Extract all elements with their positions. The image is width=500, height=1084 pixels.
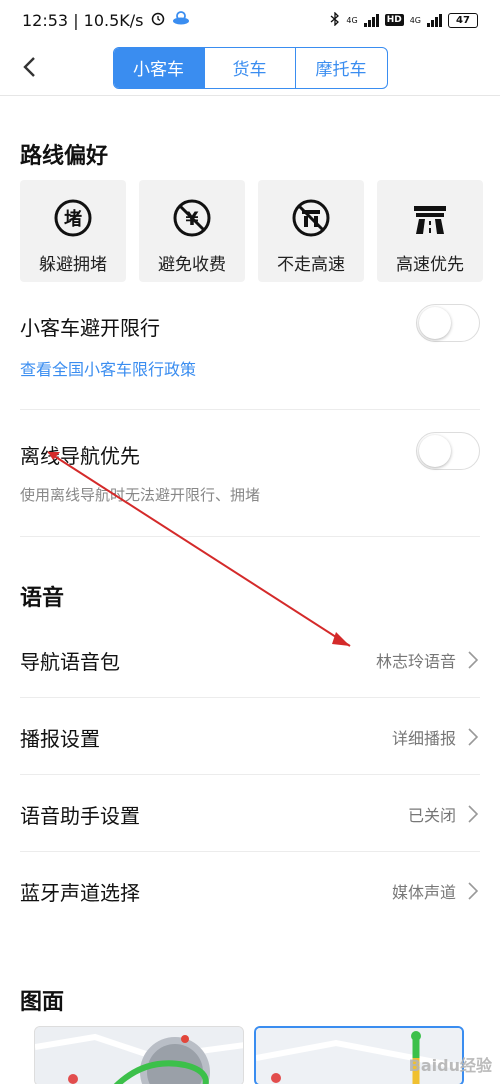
watermark: Baidu经验: [408, 1056, 492, 1075]
annotation-arrow: [47, 451, 351, 647]
